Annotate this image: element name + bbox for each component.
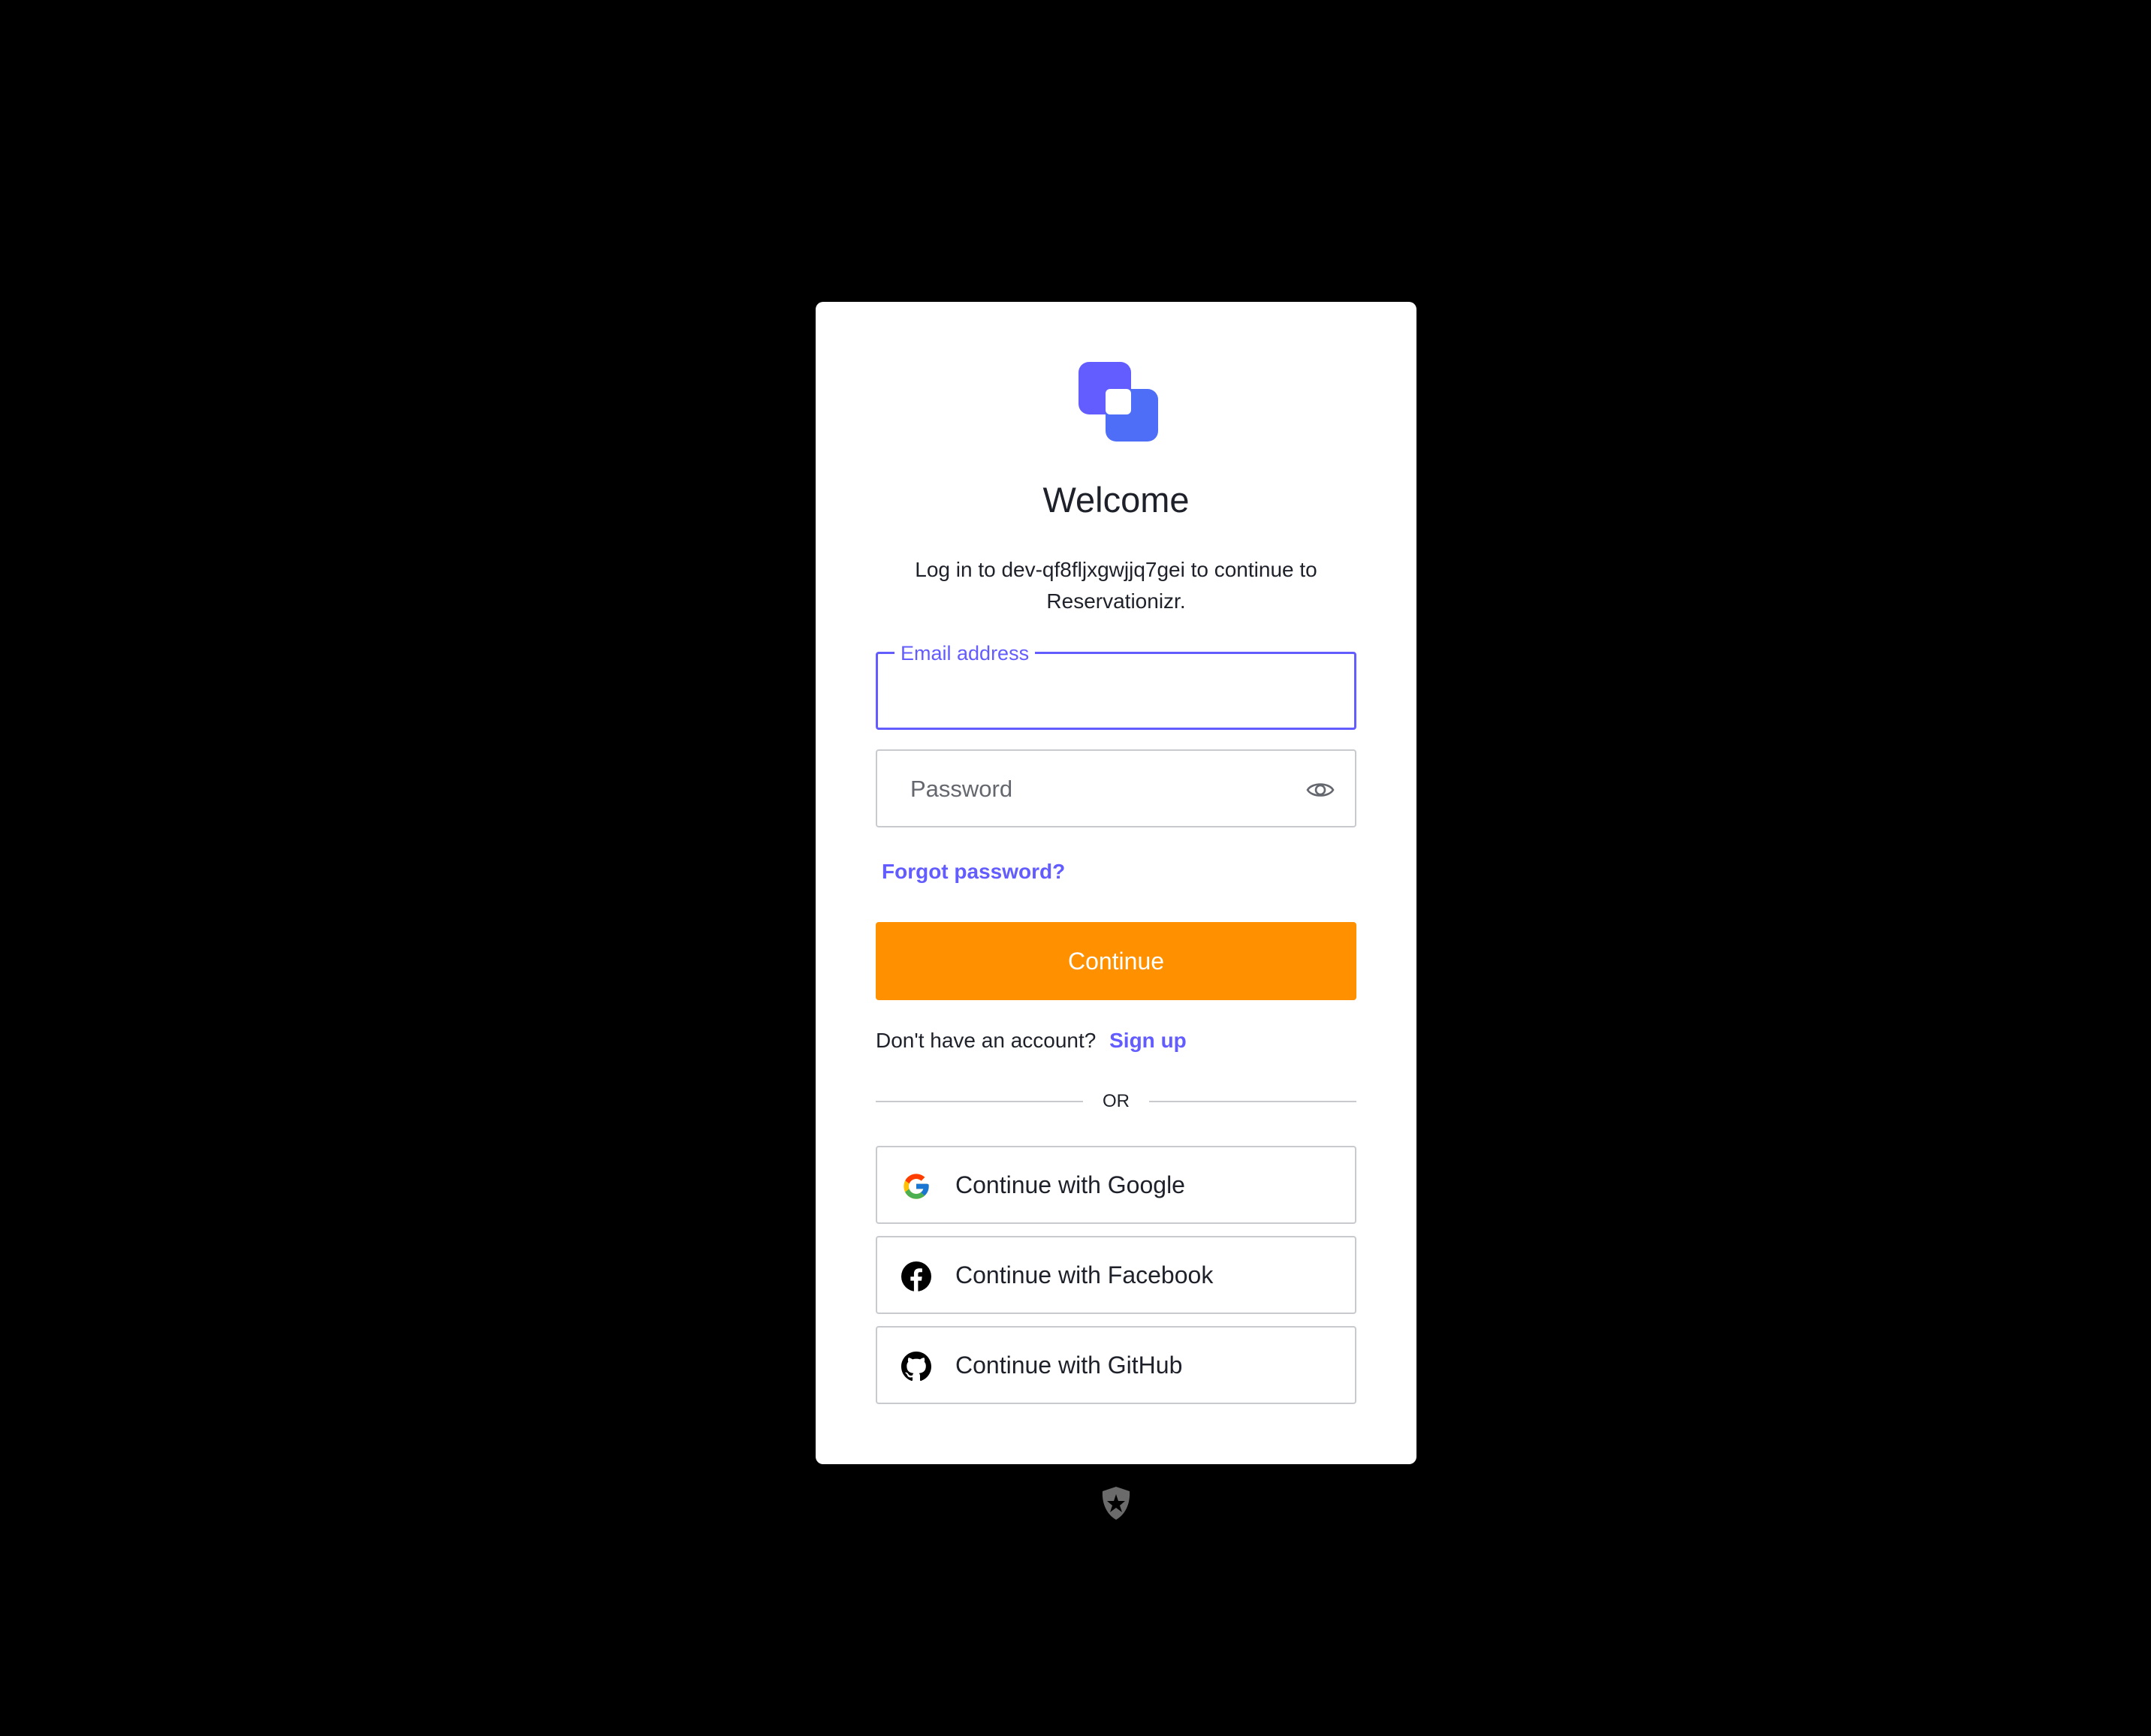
email-input[interactable] xyxy=(893,669,1339,716)
signup-prompt: Don't have an account? xyxy=(876,1029,1097,1052)
signup-row: Don't have an account? Sign up xyxy=(876,1026,1187,1056)
google-icon xyxy=(904,1174,929,1199)
app-logo-icon xyxy=(1079,362,1158,442)
github-login-label: Continue with GitHub xyxy=(955,1352,1183,1379)
signup-link[interactable]: Sign up xyxy=(1109,1029,1187,1052)
eye-icon[interactable] xyxy=(1305,775,1335,805)
google-login-button[interactable]: Continue with Google xyxy=(876,1146,1356,1224)
github-login-button[interactable]: Continue with GitHub xyxy=(876,1326,1356,1404)
page-title: Welcome xyxy=(1042,480,1190,520)
continue-button[interactable]: Continue xyxy=(876,922,1356,1000)
or-divider: OR xyxy=(876,1090,1356,1113)
page-subtitle: Log in to dev-qf8fljxgwjjq7gei to contin… xyxy=(915,558,1317,613)
page-background: Welcome Log in to dev-qf8fljxgwjjq7gei t… xyxy=(0,0,2151,1736)
github-icon xyxy=(901,1352,931,1382)
password-field[interactable]: Password xyxy=(876,749,1356,827)
email-field[interactable]: Email address xyxy=(876,642,1356,730)
facebook-icon xyxy=(901,1261,931,1291)
forgot-password-link[interactable]: Forgot password? xyxy=(882,859,1065,885)
auth-provider-badge-icon xyxy=(1102,1487,1130,1520)
password-placeholder: Password xyxy=(910,776,1013,802)
facebook-login-button[interactable]: Continue with Facebook xyxy=(876,1236,1356,1314)
google-login-label: Continue with Google xyxy=(955,1171,1185,1198)
divider-line-right xyxy=(1149,1101,1356,1102)
facebook-login-label: Continue with Facebook xyxy=(955,1261,1214,1288)
email-label: Email address xyxy=(894,642,1036,665)
login-card: Welcome Log in to dev-qf8fljxgwjjq7gei t… xyxy=(816,302,1416,1464)
